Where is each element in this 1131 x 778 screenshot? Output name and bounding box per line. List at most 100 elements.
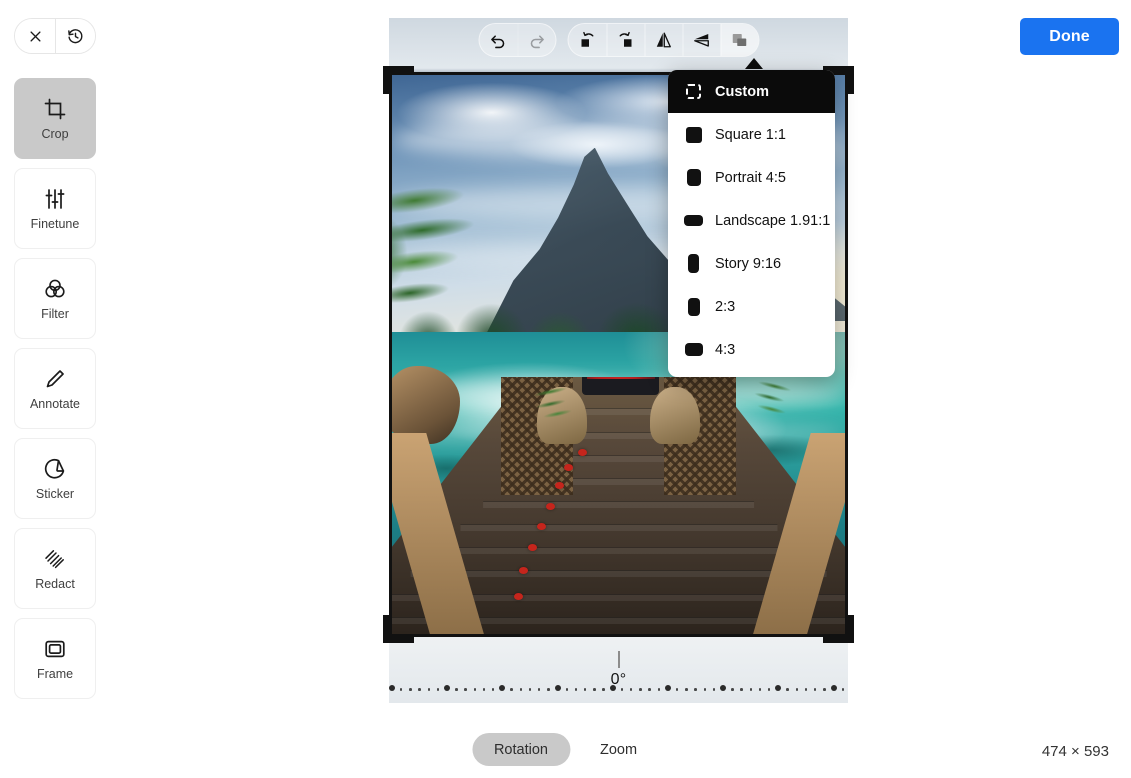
mode-zoom-button[interactable]: Zoom xyxy=(578,733,659,766)
undo-button[interactable] xyxy=(479,24,517,56)
rotation-tick-minor xyxy=(418,688,421,691)
undo-icon xyxy=(490,32,507,49)
revert-button[interactable] xyxy=(55,19,95,53)
rotation-tick-minor xyxy=(657,688,661,691)
rotation-tick-major xyxy=(775,685,782,691)
rotation-tick-minor xyxy=(593,688,596,691)
dashed-square-icon xyxy=(684,84,703,99)
sidebar-item-sticker[interactable]: Sticker xyxy=(14,438,96,519)
sidebar-item-finetune[interactable]: Finetune xyxy=(14,168,96,249)
rotation-tick-minor xyxy=(675,688,679,691)
crop-handle-top-left[interactable] xyxy=(383,66,389,94)
aspect-option-portrait-4-5[interactable]: Portrait 4:5 xyxy=(668,156,835,199)
rotation-tick-minor xyxy=(823,688,826,691)
sidebar-item-filter[interactable]: Filter xyxy=(14,258,96,339)
transform-mode-switch: Rotation Zoom xyxy=(471,733,659,766)
rotation-tick-minor xyxy=(813,688,817,691)
rotation-needle xyxy=(617,651,620,668)
rotation-tick-minor xyxy=(510,688,513,691)
rotation-tick-minor xyxy=(749,688,753,691)
crop-handle-top-right[interactable] xyxy=(848,66,854,94)
aspect-menu-caret xyxy=(745,58,763,69)
crop-handle-top-left[interactable] xyxy=(386,66,414,72)
rotation-tick-minor xyxy=(804,688,808,691)
rotation-tick-minor xyxy=(731,688,734,691)
redo-button[interactable] xyxy=(517,24,555,56)
sidebar-item-label: Sticker xyxy=(35,486,75,501)
aspect-option-4-3[interactable]: 4:3 xyxy=(668,328,835,371)
rotation-tick-minor xyxy=(427,688,431,691)
sidebar-item-label: Frame xyxy=(36,666,74,681)
rotation-tick-major xyxy=(830,685,837,691)
flip-vertical-button[interactable] xyxy=(682,24,720,56)
flip-horizontal-button[interactable] xyxy=(644,24,682,56)
rotate-left-button[interactable] xyxy=(568,24,606,56)
aspect-option-landscape-1-91-1[interactable]: Landscape 1.91:1 xyxy=(668,199,835,242)
rotation-tick-major xyxy=(554,685,561,691)
sidebar-item-annotate[interactable]: Annotate xyxy=(14,348,96,429)
aspect-option-custom[interactable]: Custom xyxy=(668,70,835,113)
sticker-icon xyxy=(43,457,67,481)
rotation-tick-minor xyxy=(583,688,587,691)
aspect-option-story-9-16[interactable]: Story 9:16 xyxy=(668,242,835,285)
image-editor-root: Done Crop Finetune Filter Annotate Stick… xyxy=(0,0,1131,778)
redact-icon xyxy=(43,547,67,571)
rotation-tick-minor xyxy=(740,688,743,691)
done-button[interactable]: Done xyxy=(1020,18,1119,55)
transform-group xyxy=(567,23,759,57)
sidebar-item-label: Finetune xyxy=(30,216,80,231)
rotate-left-icon xyxy=(578,31,596,49)
rotation-tick-major xyxy=(609,685,616,691)
mode-rotation-button[interactable]: Rotation xyxy=(471,733,570,766)
rotation-tick-major xyxy=(720,685,727,691)
rotation-tick-minor xyxy=(786,688,789,691)
close-button[interactable] xyxy=(15,19,55,53)
image-dimensions-label: 474 × 593 xyxy=(1041,743,1109,760)
rotation-tick-minor xyxy=(639,688,642,691)
crop-icon xyxy=(43,97,67,121)
rotate-right-icon xyxy=(617,31,635,49)
rotate-right-button[interactable] xyxy=(606,24,644,56)
history-group xyxy=(478,23,556,57)
aspect-option-label: Square 1:1 xyxy=(715,126,786,143)
aspect-ratio-menu: Custom Square 1:1 Portrait 4:5 Landscape 1.… xyxy=(668,70,835,377)
square-icon xyxy=(684,126,703,143)
sidebar-item-frame[interactable]: Frame xyxy=(14,618,96,699)
rotation-tick-minor xyxy=(473,688,477,691)
rotation-tick-minor xyxy=(685,688,688,691)
sidebar-item-label: Annotate xyxy=(29,396,81,411)
rotation-tick-minor xyxy=(758,688,762,691)
redo-icon xyxy=(528,32,545,49)
flip-horizontal-icon xyxy=(655,31,673,49)
rotation-tick-major xyxy=(499,685,506,691)
aspect-option-label: 2:3 xyxy=(715,298,736,315)
rotation-tick-minor xyxy=(620,688,624,691)
rotation-tick-minor xyxy=(629,688,633,691)
aspect-option-label: Custom xyxy=(715,83,769,100)
aspect-ratio-button[interactable] xyxy=(720,24,758,56)
sidebar-item-redact[interactable]: Redact xyxy=(14,528,96,609)
aspect-option-label: 4:3 xyxy=(715,341,736,358)
rotation-tick-minor xyxy=(648,688,651,691)
aspect-option-label: Landscape 1.91:1 xyxy=(715,212,831,229)
rotation-tick-minor xyxy=(537,688,541,691)
rotation-tick-major xyxy=(665,685,671,691)
close-icon xyxy=(28,29,43,44)
rotation-tick-minor xyxy=(694,688,697,691)
rotation-tick-major xyxy=(444,685,451,691)
sidebar-item-crop[interactable]: Crop xyxy=(14,78,96,159)
aspect-option-label: Story 9:16 xyxy=(715,255,782,272)
rotation-slider[interactable]: 0° xyxy=(389,639,848,703)
aspect-option-2-3[interactable]: 2:3 xyxy=(668,285,835,328)
ratio-4-3-icon xyxy=(684,343,703,356)
history-revert-icon xyxy=(67,28,84,45)
rotation-tick-minor xyxy=(464,688,467,691)
crop-handle-bottom-right[interactable] xyxy=(848,615,854,643)
aspect-option-square-1-1[interactable]: Square 1:1 xyxy=(668,113,835,156)
rotation-tick-minor xyxy=(399,688,403,691)
rotation-tick-minor xyxy=(491,688,495,691)
rotation-tick-minor xyxy=(455,688,458,691)
story-icon xyxy=(684,254,703,273)
filter-icon xyxy=(43,277,67,301)
rotation-tick-minor xyxy=(767,688,771,691)
